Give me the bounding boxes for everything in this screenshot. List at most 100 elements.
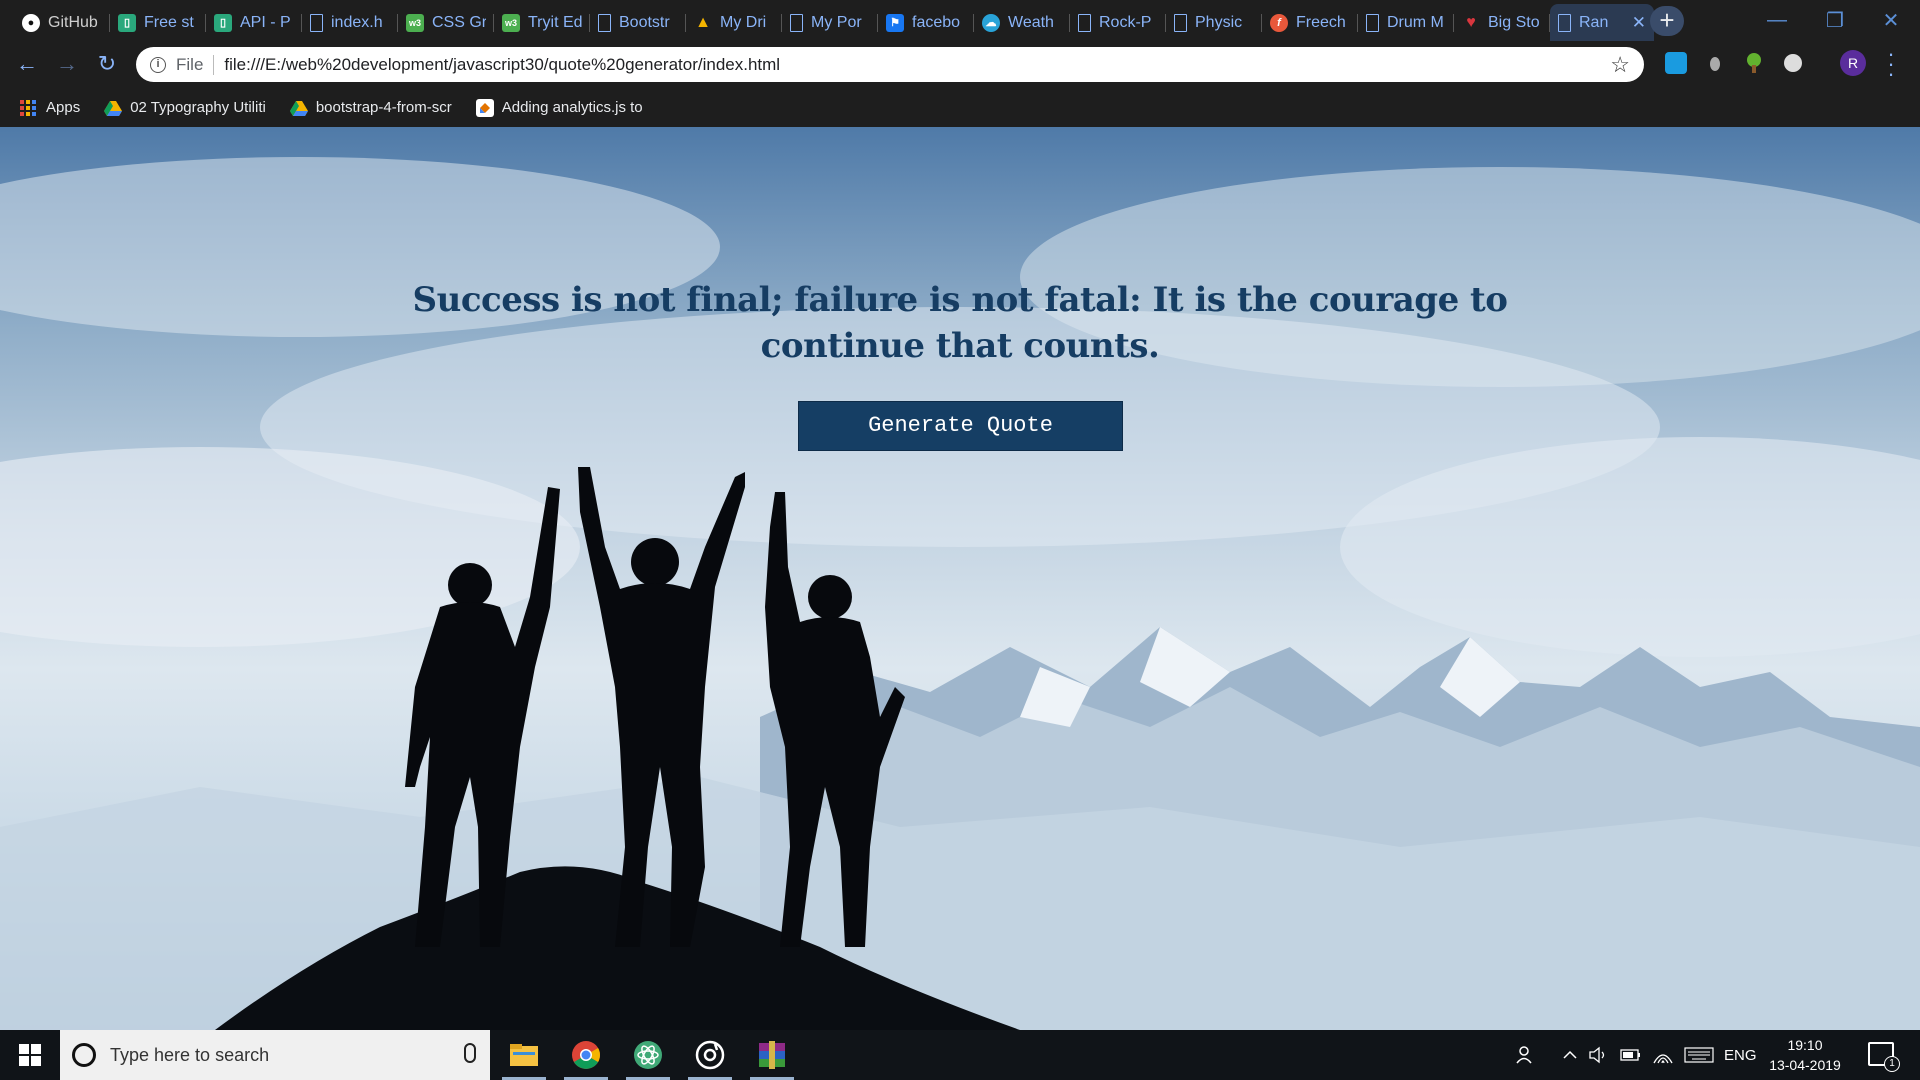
taskbar-groove-music[interactable] <box>682 1030 738 1080</box>
tab-title: Drum M <box>1387 13 1444 31</box>
quote-text: Success is not final; failure is not fat… <box>412 280 1508 366</box>
tab-big-story[interactable]: ♥ Big Sto <box>1454 4 1550 41</box>
tab-rock-paper[interactable]: Rock-P <box>1070 4 1166 41</box>
tryit-icon: ▯ <box>118 13 136 32</box>
browser-menu-icon[interactable]: · · · <box>1886 43 1896 85</box>
language-indicator[interactable]: ENG <box>1724 1030 1757 1080</box>
tab-free-stock[interactable]: ▯ Free st <box>110 4 206 41</box>
taskbar-file-explorer[interactable] <box>496 1030 552 1080</box>
drive-icon <box>104 100 123 116</box>
extension-ghost-icon[interactable] <box>1704 52 1726 74</box>
file-explorer-icon <box>510 1044 538 1066</box>
bookmark-typography[interactable]: 02 Typography Utiliti <box>104 99 266 117</box>
browser-toolbar: ← → ↻ i File file:///E:/web%20developmen… <box>0 41 1920 88</box>
clock-time: 19:10 <box>1787 1037 1823 1053</box>
bookmark-label: bootstrap-4-from-scr <box>315 99 452 116</box>
url-text[interactable]: file:///E:/web%20development/javascript3… <box>224 55 780 75</box>
tab-title: Physic <box>1195 13 1243 31</box>
scheme-label: File <box>176 54 204 74</box>
system-clock[interactable]: 19:10 13-04-2019 <box>1760 1035 1850 1075</box>
info-icon[interactable]: i <box>150 56 166 73</box>
taskbar-atom[interactable] <box>620 1030 676 1080</box>
taskbar-winrar[interactable] <box>744 1030 800 1080</box>
tab-index[interactable]: index.h <box>302 4 398 41</box>
tab-freecodecamp[interactable]: f Freech <box>1262 4 1358 41</box>
restore-button[interactable]: ❐ <box>1806 0 1864 41</box>
tab-title: Big Sto <box>1488 13 1540 31</box>
tab-title: Bootstr <box>619 13 670 31</box>
volume-icon[interactable] <box>1588 1030 1610 1080</box>
tab-my-drive[interactable]: ▲ My Dri <box>686 4 782 41</box>
tab-title: Freech <box>1296 13 1346 31</box>
freecodecamp-icon: f <box>1270 13 1288 32</box>
cloud-icon: ☁ <box>982 13 1000 32</box>
bookmark-label: Apps <box>46 99 81 116</box>
reload-button[interactable]: ↻ <box>94 51 120 77</box>
document-icon <box>790 13 803 32</box>
bookmark-star-icon[interactable]: ☆ <box>1610 52 1630 78</box>
tab-title: My Dri <box>720 13 767 31</box>
divider <box>213 54 215 75</box>
tab-my-portfolio[interactable]: My Por <box>782 4 878 41</box>
extension-tree-icon[interactable] <box>1743 52 1765 74</box>
page-viewport: Success is not final; failure is not fat… <box>0 127 1920 1030</box>
document-icon <box>1558 13 1571 32</box>
chrome-icon <box>572 1041 600 1069</box>
address-bar[interactable]: i File file:///E:/web%20development/java… <box>136 47 1644 82</box>
tab-github[interactable]: ● GitHub <box>14 4 110 41</box>
tab-drum-machine[interactable]: Drum M <box>1358 4 1454 41</box>
bookmark-analytics[interactable]: Adding analytics.js to <box>475 98 642 117</box>
close-window-button[interactable]: ✕ <box>1862 0 1920 41</box>
back-button[interactable]: ← <box>14 51 40 77</box>
clock-date: 13-04-2019 <box>1769 1057 1841 1073</box>
microphone-icon[interactable] <box>464 1043 476 1063</box>
generate-quote-button[interactable]: Generate Quote <box>798 401 1123 451</box>
battery-icon[interactable] <box>1620 1030 1642 1080</box>
tab-title: Free st <box>144 13 194 31</box>
mountain-background-image <box>0 157 1920 1030</box>
tab-random-quote-active[interactable]: Ran ✕ <box>1550 4 1654 41</box>
tab-title: Ran <box>1579 13 1609 31</box>
cortana-icon <box>72 1043 96 1067</box>
taskbar-chrome[interactable] <box>558 1030 614 1080</box>
show-hidden-icons[interactable] <box>1562 1030 1578 1080</box>
document-icon <box>598 13 611 32</box>
atom-icon <box>634 1041 662 1069</box>
people-icon[interactable] <box>1515 1030 1537 1080</box>
notification-count: 1 <box>1884 1056 1900 1072</box>
tab-bootstrap[interactable]: Bootstr <box>590 4 686 41</box>
profile-avatar[interactable]: R <box>1840 50 1866 76</box>
tab-tryit-editor[interactable]: w3 Tryit Ed <box>494 4 590 41</box>
tab-api[interactable]: ▯ API - P <box>206 4 302 41</box>
tab-title: index.h <box>331 13 383 31</box>
bookmarks-bar: Apps 02 Typography Utiliti bootstrap-4-f… <box>0 88 1920 127</box>
wifi-icon[interactable] <box>1652 1030 1674 1080</box>
forward-button[interactable]: → <box>54 51 80 77</box>
taskbar-search[interactable]: Type here to search <box>60 1030 490 1080</box>
extension-compass-icon[interactable] <box>1782 52 1804 74</box>
bookmark-label: Adding analytics.js to <box>501 99 642 116</box>
analytics-icon <box>475 98 494 117</box>
windows-taskbar: Type here to search ENG 19:10 13-04-2019… <box>0 1030 1920 1080</box>
keyboard-icon[interactable] <box>1684 1030 1714 1080</box>
windows-logo-icon <box>19 1044 41 1066</box>
tab-strip: ● GitHub ▯ Free st ▯ API - P index.h w3 … <box>0 0 1920 41</box>
tab-title: facebo <box>912 13 961 31</box>
tab-list: ● GitHub ▯ Free st ▯ API - P index.h w3 … <box>14 4 1654 41</box>
minimize-button[interactable]: — <box>1748 0 1806 41</box>
tab-weather[interactable]: ☁ Weath <box>974 4 1070 41</box>
tryit-icon: ▯ <box>214 13 232 32</box>
bookmark-apps[interactable]: Apps <box>20 99 80 116</box>
new-tab-button[interactable]: + <box>1650 6 1684 36</box>
bookmark-bootstrap[interactable]: bootstrap-4-from-scr <box>289 99 452 117</box>
tab-facebook[interactable]: ⚑ facebo <box>878 4 974 41</box>
action-center-icon[interactable]: 1 <box>1868 1042 1900 1072</box>
close-tab-icon[interactable]: ✕ <box>1632 13 1646 33</box>
tab-css-grid[interactable]: w3 CSS Gr <box>398 4 494 41</box>
document-icon <box>310 13 323 32</box>
extension-save-icon[interactable] <box>1665 52 1687 74</box>
start-button[interactable] <box>0 1030 60 1080</box>
groove-music-icon <box>695 1040 725 1070</box>
tab-physics[interactable]: Physic <box>1166 4 1262 41</box>
tab-title: My Por <box>811 13 862 31</box>
